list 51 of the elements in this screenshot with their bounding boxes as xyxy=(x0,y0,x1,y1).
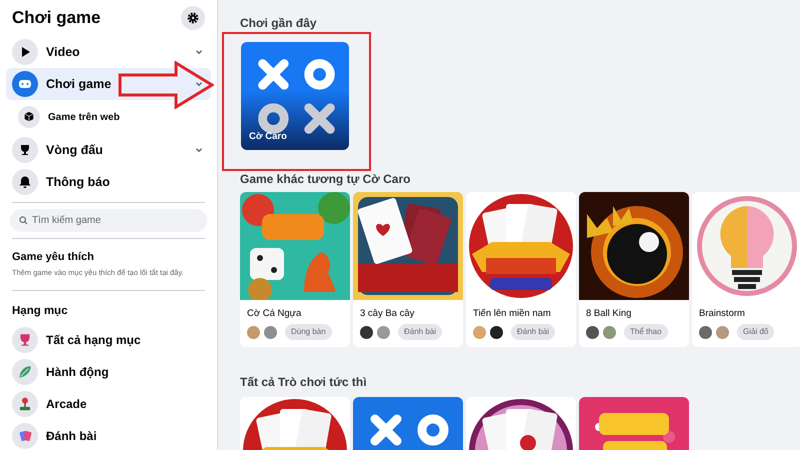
game-title: 3 cây Ba cây xyxy=(359,307,416,321)
category-tag: Thể thao xyxy=(624,324,668,340)
game-tile[interactable]: Cờ Caro xyxy=(241,42,349,150)
avatar xyxy=(586,326,599,339)
avatar xyxy=(264,326,277,339)
page-title: Chơi game xyxy=(12,7,101,30)
bell-icon xyxy=(18,175,32,189)
trophy-icon xyxy=(18,143,32,157)
joystick-icon xyxy=(17,396,33,412)
section-title: Chơi gần đây xyxy=(240,15,318,32)
game-title: 8 Ball King xyxy=(585,307,632,321)
category-item[interactable]: Arcade xyxy=(6,388,211,420)
sidebar-item[interactable]: Game trên web xyxy=(6,100,211,134)
game-card[interactable]: Tiến lên miền nam Đánh bài xyxy=(466,192,576,348)
cube-icon xyxy=(23,111,35,123)
sidebar-item[interactable]: Chơi game xyxy=(6,68,211,100)
avatar xyxy=(377,326,390,339)
category-item[interactable]: Hành động xyxy=(6,356,211,388)
section-title: Tất cả Trò chơi tức thì xyxy=(240,374,368,392)
game-title: Tiến lên miền nam xyxy=(472,307,552,321)
game-card[interactable]: 3 cây Ba cây Đánh bài xyxy=(353,192,463,348)
section-title: Hạng mục xyxy=(11,304,69,319)
sidebar-item[interactable]: Vòng đấu xyxy=(6,134,211,166)
section-title: Game khác tương tự Cờ Caro xyxy=(240,171,412,188)
game-card[interactable]: 8 Ball King Thể thao xyxy=(579,192,689,348)
section-title: Game yêu thích xyxy=(11,250,95,265)
avatar xyxy=(603,326,616,339)
avatar xyxy=(360,326,373,339)
avatar xyxy=(490,326,503,339)
settings-button[interactable] xyxy=(181,6,205,30)
avatar xyxy=(699,326,712,339)
leaf-icon xyxy=(17,364,33,380)
game-title: Brainstorm xyxy=(698,307,746,321)
category-item[interactable]: Đánh bài xyxy=(6,420,211,450)
category-tag: Đánh bài xyxy=(398,324,442,340)
category-tag: Giải đố xyxy=(737,324,774,340)
search-field[interactable]: Tìm kiếm game xyxy=(10,209,207,232)
game-title: Cờ Caro xyxy=(249,130,287,144)
avatar xyxy=(716,326,729,339)
category-item[interactable]: Tất cả hạng mục xyxy=(6,324,211,356)
game-card[interactable]: Cờ Cá Ngựa Dùng bàn xyxy=(240,192,350,348)
sidebar-item[interactable]: Video xyxy=(6,36,211,68)
sidebar-item[interactable]: Thông báo xyxy=(6,166,211,198)
cards-icon xyxy=(17,428,33,444)
gamepad-icon xyxy=(18,77,32,91)
game-title: Cờ Cá Ngựa xyxy=(246,307,302,321)
category-tag: Đánh bài xyxy=(511,324,556,340)
avatar xyxy=(247,326,260,339)
avatar xyxy=(473,326,486,339)
gear-icon xyxy=(186,11,200,25)
category-tag: Dùng bàn xyxy=(285,324,332,340)
